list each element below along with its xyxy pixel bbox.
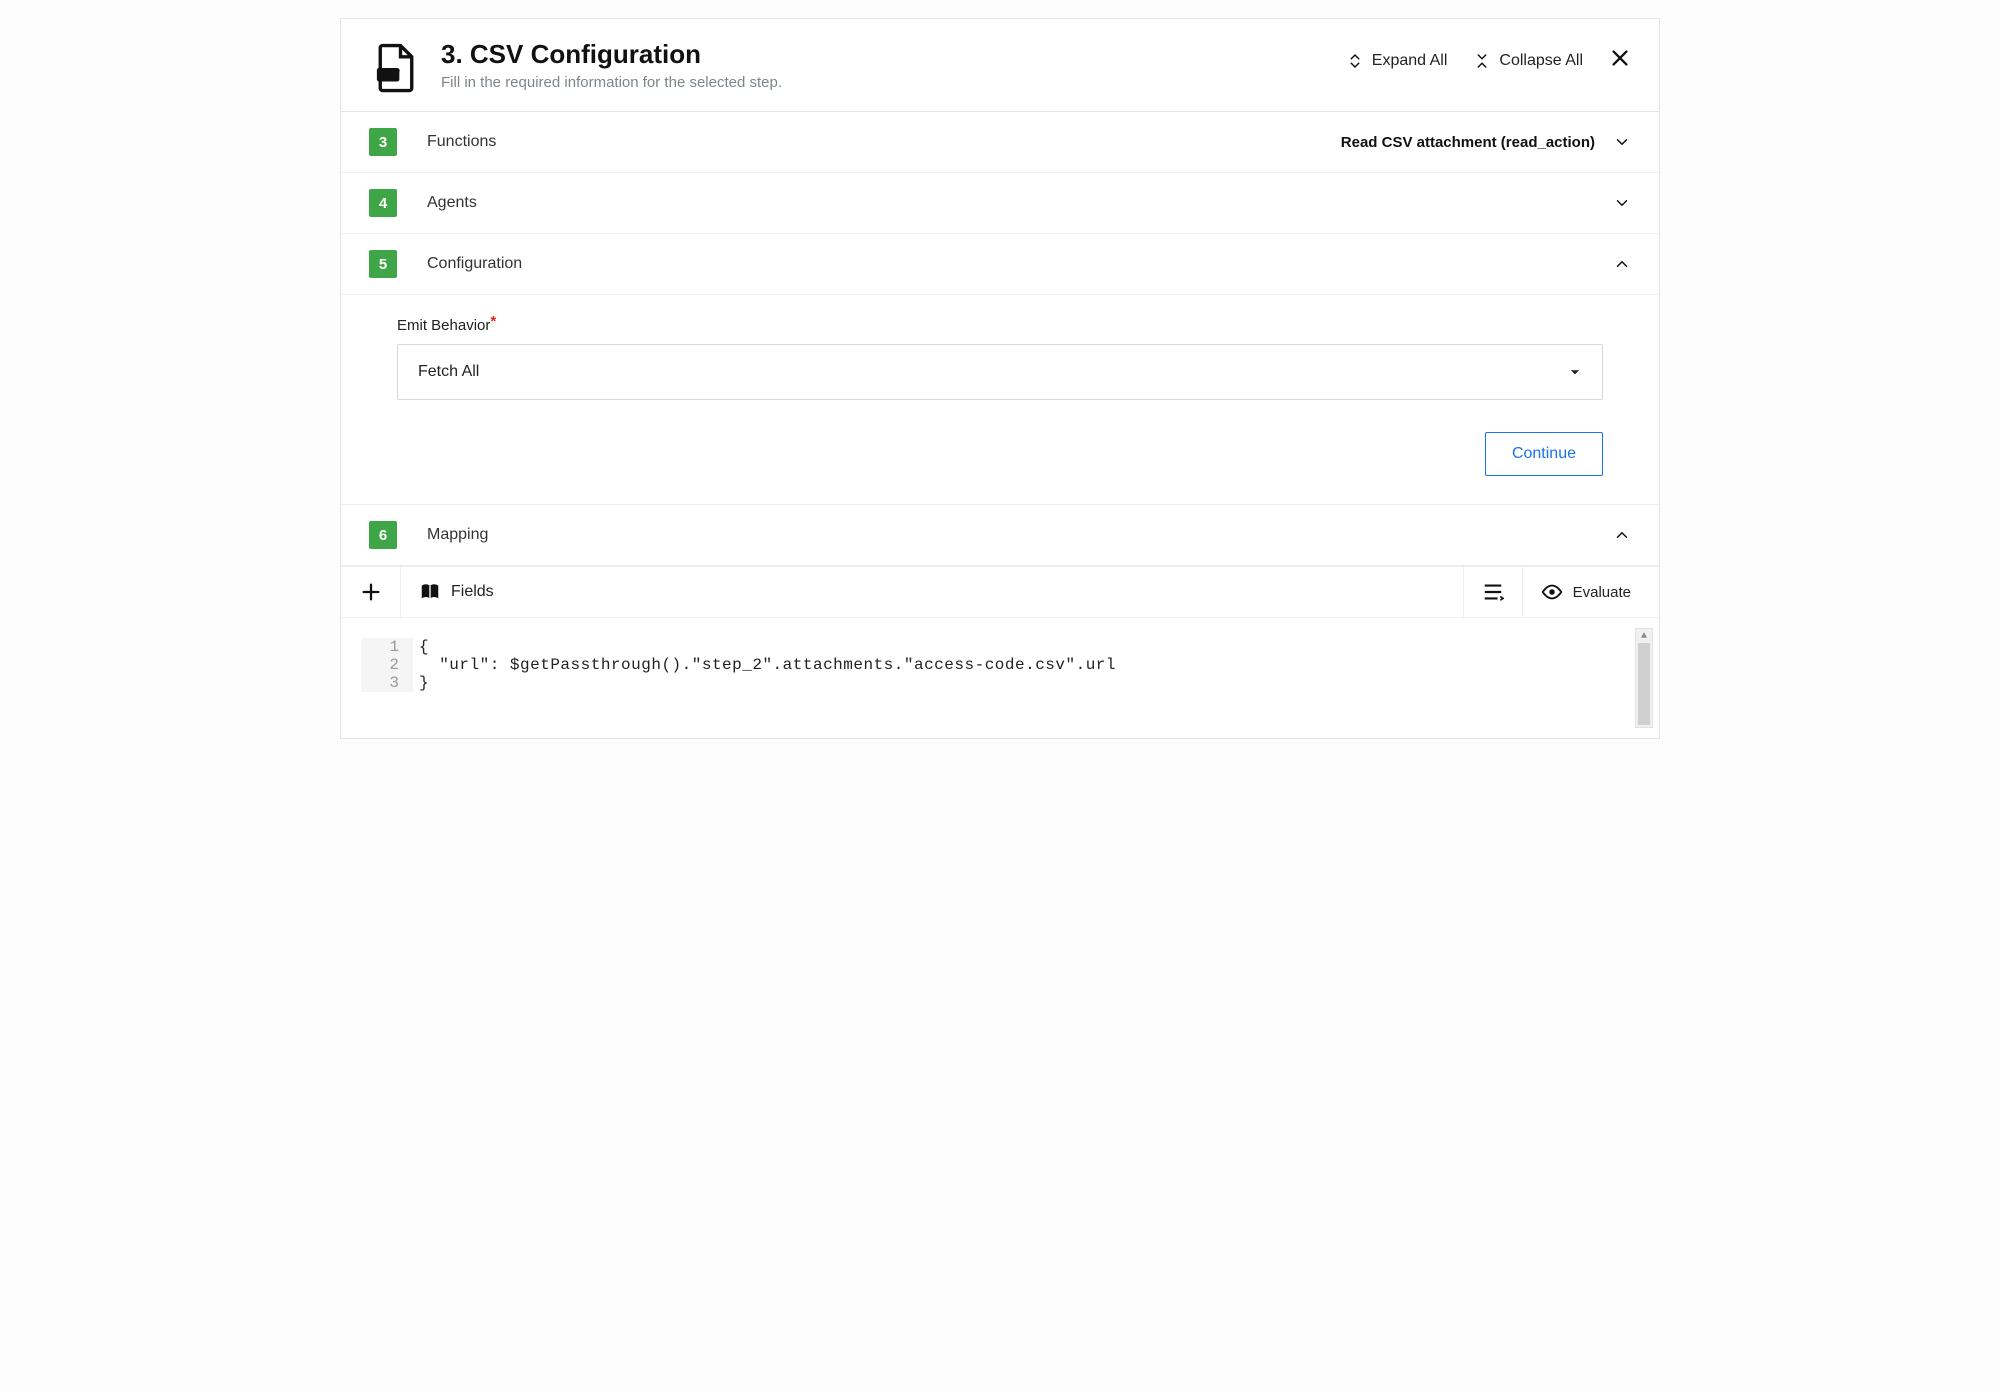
required-indicator: * [490,313,496,330]
continue-button[interactable]: Continue [1485,432,1603,476]
book-icon [419,581,441,603]
chevron-up-icon [1613,255,1631,273]
evaluate-label: Evaluate [1573,584,1631,601]
section-configuration[interactable]: 5 Configuration [341,234,1659,295]
plus-icon [360,581,382,603]
section-configuration-label: Configuration [427,255,522,273]
expand-all-button[interactable]: Expand All [1346,52,1448,70]
step-badge-3: 3 [369,128,397,156]
code-text: "url": $getPassthrough()."step_2".attach… [413,656,1116,674]
collapse-all-label: Collapse All [1499,52,1583,70]
format-button[interactable] [1463,567,1523,617]
close-icon [1609,47,1631,69]
chevron-down-icon [1613,133,1631,151]
section-mapping[interactable]: 6 Mapping [341,505,1659,566]
format-lines-icon [1482,581,1504,603]
line-number: 1 [361,638,413,656]
code-line-1: 1 { [361,638,1639,656]
chevron-down-icon [1613,194,1631,212]
chevron-up-icon [1613,526,1631,544]
section-functions[interactable]: 3 Functions Read CSV attachment (read_ac… [341,112,1659,173]
emit-behavior-label: Emit Behavior* [397,317,1603,334]
header-text: 3. CSV Configuration Fill in the require… [441,39,782,91]
code-text: } [413,674,429,692]
expand-all-label: Expand All [1372,52,1448,70]
header-actions: Expand All Collapse All [1346,39,1631,75]
caret-down-icon [1568,365,1582,379]
add-mapping-button[interactable] [341,567,401,617]
scrollbar[interactable]: ▲ [1635,628,1653,728]
emit-behavior-select[interactable]: Fetch All [397,344,1603,400]
section-mapping-label: Mapping [427,526,488,544]
step-badge-5: 5 [369,250,397,278]
line-number: 3 [361,674,413,692]
mapping-toolbar: Fields Evaluate [341,566,1659,618]
section-agents-label: Agents [427,194,477,212]
svg-text:CSV: CSV [379,70,398,80]
section-functions-label: Functions [427,133,496,151]
configuration-body: Emit Behavior* Fetch All Continue [341,295,1659,505]
section-agents[interactable]: 4 Agents [341,173,1659,234]
line-number: 2 [361,656,413,674]
scrollbar-thumb[interactable] [1638,643,1650,725]
collapse-all-icon [1473,52,1491,70]
emit-behavior-value: Fetch All [418,363,479,381]
expand-all-icon [1346,52,1364,70]
code-text: { [413,638,429,656]
fields-button[interactable]: Fields [401,567,512,617]
step-badge-6: 6 [369,521,397,549]
evaluate-button[interactable]: Evaluate [1523,567,1659,617]
csv-file-icon: CSV [369,41,423,95]
emit-behavior-label-text: Emit Behavior [397,317,490,334]
page-subtitle: Fill in the required information for the… [441,74,782,91]
collapse-all-button[interactable]: Collapse All [1473,52,1583,70]
section-functions-summary: Read CSV attachment (read_action) [1341,134,1595,151]
config-panel: CSV 3. CSV Configuration Fill in the req… [340,18,1660,739]
page-title: 3. CSV Configuration [441,39,782,70]
fields-label: Fields [451,583,494,601]
step-badge-4: 4 [369,189,397,217]
mapping-code-editor[interactable]: 1 { 2 "url": $getPassthrough()."step_2".… [341,618,1659,738]
code-line-2: 2 "url": $getPassthrough()."step_2".atta… [361,656,1639,674]
close-button[interactable] [1609,47,1631,75]
panel-header: CSV 3. CSV Configuration Fill in the req… [341,19,1659,112]
eye-icon [1541,581,1563,603]
code-line-3: 3 } [361,674,1639,692]
scrollbar-up-arrow-icon[interactable]: ▲ [1636,629,1652,643]
